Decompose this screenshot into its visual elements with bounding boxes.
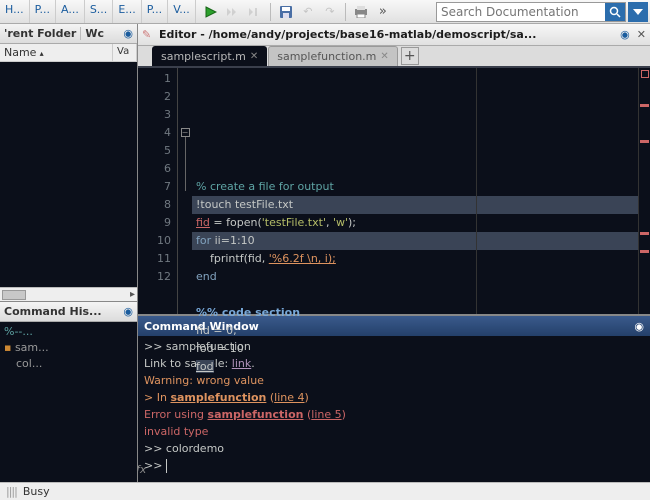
menu-tab-editor[interactable]: E...	[113, 0, 141, 23]
main-toolbar: H... P... A... S... E... P... V... ↶ ↷ »	[0, 0, 650, 24]
folder-collapse-icon[interactable]: ◉	[123, 27, 133, 40]
fold-column[interactable]: −	[178, 68, 192, 314]
editor-icon: ✎	[142, 28, 156, 41]
file-tabs: samplescript.m✕ samplefunction.m✕ +	[138, 46, 650, 68]
line-gutter: 123 456 789 101112	[138, 68, 178, 314]
undo-button[interactable]: ↶	[299, 3, 317, 21]
menu-tab-apps[interactable]: A...	[56, 0, 85, 23]
history-collapse-icon[interactable]: ◉	[123, 305, 133, 318]
run-button[interactable]	[202, 3, 220, 21]
col-value[interactable]: Va	[113, 44, 137, 61]
toolbar-more[interactable]	[628, 2, 648, 22]
tab-samplescript[interactable]: samplescript.m✕	[152, 46, 267, 66]
menu-tab-shortcuts[interactable]: S...	[85, 0, 113, 23]
editor-titlebar: ✎ Editor - /home/andy/projects/base16-ma…	[138, 24, 650, 46]
add-tab-button[interactable]: +	[401, 47, 419, 65]
editor-menu-icon[interactable]: ◉	[620, 28, 630, 41]
resize-grip-icon[interactable]: ||||	[6, 485, 17, 498]
folder-browser[interactable]: Name ▴ Va ▸	[0, 44, 137, 302]
menu-tab-publish[interactable]: P...	[142, 0, 168, 23]
current-folder-title: 'rent Folder Wc ◉	[0, 24, 137, 44]
col-name[interactable]: Name ▴	[0, 44, 113, 61]
close-icon[interactable]: ✕	[250, 51, 258, 62]
folder-hscroll[interactable]: ▸	[0, 287, 137, 301]
menu-tab-view[interactable]: V...	[168, 0, 196, 23]
menu-tabs: H... P... A... S... E... P... V...	[0, 0, 196, 23]
doc-search-input[interactable]	[437, 3, 605, 21]
command-history-list[interactable]: %--... ▪ sam... col...	[0, 322, 137, 482]
editor-close-icon[interactable]: ✕	[637, 28, 646, 41]
marker-strip[interactable]	[638, 68, 650, 314]
menu-tab-plots[interactable]: P...	[30, 0, 56, 23]
save-button[interactable]	[277, 3, 295, 21]
doc-search[interactable]	[436, 2, 626, 22]
fx-icon[interactable]: fx	[138, 461, 146, 478]
cmdwin-menu-icon[interactable]: ◉	[634, 320, 644, 333]
command-history-title: Command His... ◉	[0, 302, 137, 322]
status-text: Busy	[23, 485, 50, 498]
redo-button[interactable]: ↷	[321, 3, 339, 21]
overflow-button[interactable]: »	[374, 3, 392, 21]
close-icon[interactable]: ✕	[380, 51, 388, 62]
tab-samplefunction[interactable]: samplefunction.m✕	[268, 46, 398, 66]
print-button[interactable]	[352, 3, 370, 21]
code-editor[interactable]: 123 456 789 101112 − % create a file for…	[138, 68, 650, 314]
menu-tab-home[interactable]: H...	[0, 0, 30, 23]
step-out-button[interactable]	[246, 3, 264, 21]
status-bar: |||| Busy	[0, 482, 650, 500]
search-icon[interactable]	[605, 3, 625, 21]
step-button[interactable]	[224, 3, 242, 21]
